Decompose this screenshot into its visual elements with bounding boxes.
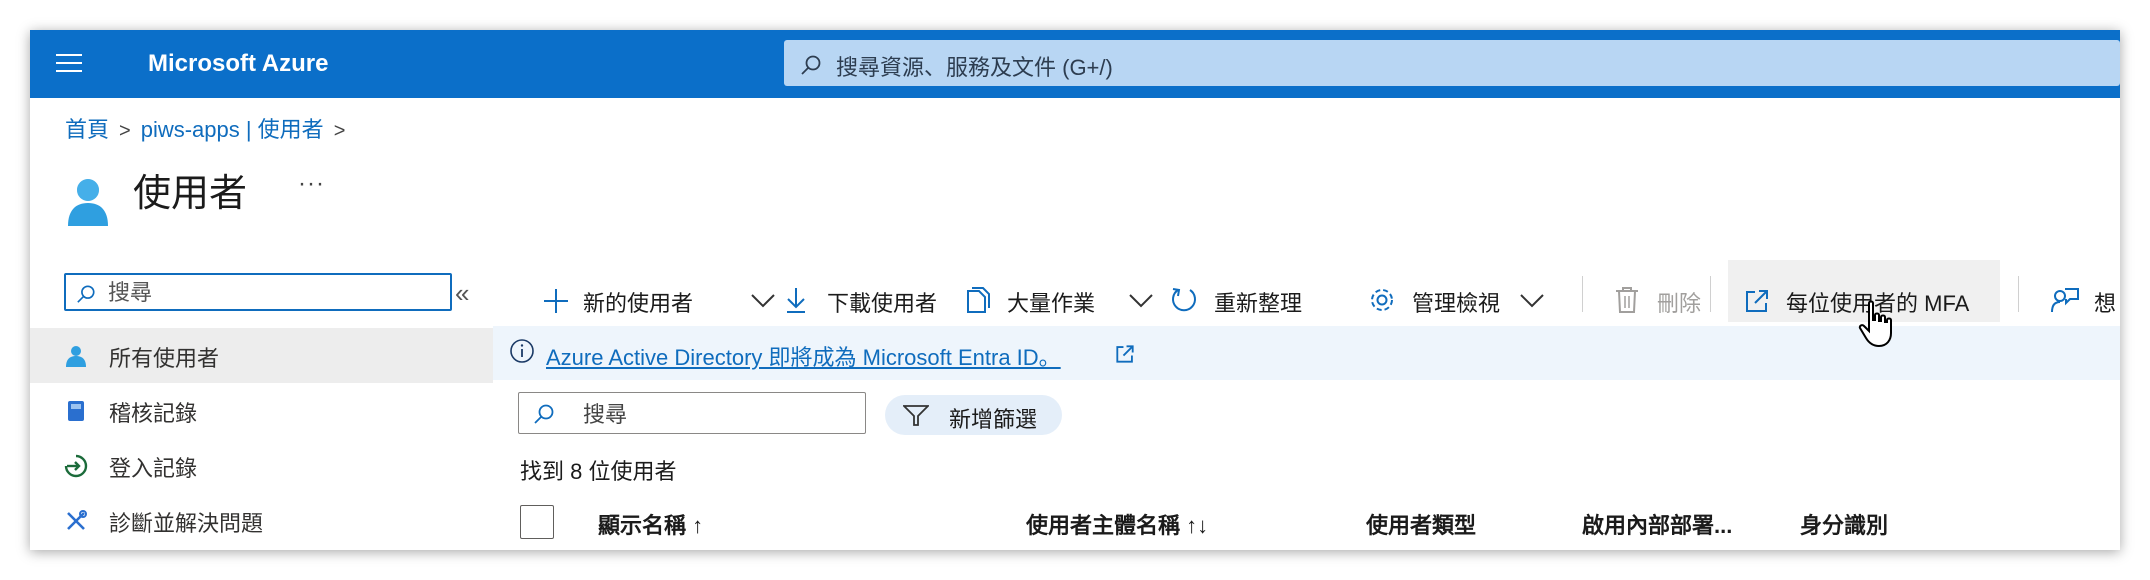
sidebar-item-label: 所有使用者 xyxy=(109,346,220,371)
user-icon xyxy=(66,346,86,367)
trash-icon xyxy=(1616,287,1638,313)
plus-icon xyxy=(544,289,568,313)
global-search-placeholder: 搜尋資源、服務及文件 (G+/) xyxy=(836,55,1113,80)
download-users-label: 下載使用者 xyxy=(827,291,938,316)
nav-search[interactable] xyxy=(64,273,452,311)
manage-view-label: 管理檢視 xyxy=(1412,291,1501,316)
azure-portal-window: Microsoft Azure 搜尋資源、服務及文件 (G+/) 首頁 > piws… xyxy=(30,30,2120,550)
results-count: 找到 8 位使用者 xyxy=(520,459,677,484)
more-options-button[interactable]: ··· xyxy=(298,170,325,198)
sidebar-item-label: 稽核記錄 xyxy=(109,401,198,426)
filter-icon xyxy=(903,405,929,426)
column-header-display-name[interactable]: 顯示名稱 ↑ xyxy=(598,508,703,540)
column-header-upn[interactable]: 使用者主體名稱 ↑↓ xyxy=(1026,508,1208,540)
delete-label: 刪除 xyxy=(1657,291,1702,316)
column-header-identities[interactable]: 身分識別 xyxy=(1800,508,1888,540)
sidebar-item-all-users[interactable]: 所有使用者 xyxy=(30,328,493,383)
global-search-input[interactable]: 搜尋資源、服務及文件 (G+/) xyxy=(784,40,2120,86)
new-user-label: 新的使用者 xyxy=(583,291,694,316)
chevron-right-icon: > xyxy=(119,120,131,142)
search-icon xyxy=(77,285,95,303)
user-search-input[interactable] xyxy=(581,400,855,430)
feedback-icon xyxy=(2051,288,2079,313)
wrench-icon xyxy=(67,510,87,530)
sidebar-item-label: 診斷並解決問題 xyxy=(109,511,264,536)
sidebar-item-audit-logs[interactable]: 稽核記錄 xyxy=(30,383,493,438)
chevron-down-icon xyxy=(751,294,775,308)
bulk-operations-label: 大量作業 xyxy=(1007,291,1096,316)
toolbar-divider xyxy=(1710,276,1711,312)
external-link-icon xyxy=(1746,290,1768,312)
column-header-onprem-sync[interactable]: 啟用內部部署... xyxy=(1582,508,1732,540)
top-bar: Microsoft Azure 搜尋資源、服務及文件 (G+/) xyxy=(30,30,2120,98)
sidebar-item-label: 登入記錄 xyxy=(109,456,198,481)
sidebar-item-diagnose[interactable]: 診斷並解決問題 xyxy=(30,493,493,548)
search-icon xyxy=(534,404,554,424)
users-icon xyxy=(68,179,108,226)
toolbar-divider xyxy=(2018,276,2019,312)
toolbar-divider xyxy=(1582,276,1583,312)
sidebar-item-sign-in-logs[interactable]: 登入記錄 xyxy=(30,438,493,493)
external-link-icon[interactable] xyxy=(1115,344,1135,364)
collapse-nav-button[interactable]: « xyxy=(455,278,469,309)
refresh-label: 重新整理 xyxy=(1214,291,1303,316)
user-search[interactable] xyxy=(518,392,866,434)
chevron-right-icon: > xyxy=(333,120,346,142)
menu-icon[interactable] xyxy=(56,54,82,74)
sign-in-icon xyxy=(64,454,88,478)
entra-id-link[interactable]: Azure Active Directory 即將成為 Microsoft En… xyxy=(546,340,1061,372)
refresh-icon xyxy=(1172,288,1196,312)
bulk-document-icon xyxy=(967,287,990,313)
breadcrumb: 首頁 > piws-apps | 使用者 > xyxy=(65,112,355,144)
chevron-down-icon xyxy=(1129,294,1153,308)
feedback-label: 想 xyxy=(2094,291,2117,316)
chevron-down-icon xyxy=(1520,294,1544,308)
select-all-checkbox[interactable] xyxy=(520,505,554,539)
breadcrumb-piws-apps[interactable]: piws-apps | 使用者 xyxy=(141,117,324,142)
add-filter-label: 新增篩選 xyxy=(949,407,1038,432)
info-icon xyxy=(510,339,534,363)
breadcrumb-home[interactable]: 首頁 xyxy=(65,117,109,142)
hand-cursor-icon xyxy=(1858,300,1892,348)
download-icon xyxy=(787,288,805,313)
search-icon xyxy=(801,55,821,75)
add-filter-button[interactable]: 新增篩選 xyxy=(885,395,1062,435)
audit-log-icon xyxy=(68,401,84,421)
page-title: 使用者 xyxy=(133,173,248,215)
gear-icon xyxy=(1371,289,1393,311)
brand-title[interactable]: Microsoft Azure xyxy=(148,50,328,78)
nav-search-input[interactable] xyxy=(106,278,440,308)
column-header-user-type[interactable]: 使用者類型 xyxy=(1366,508,1476,540)
